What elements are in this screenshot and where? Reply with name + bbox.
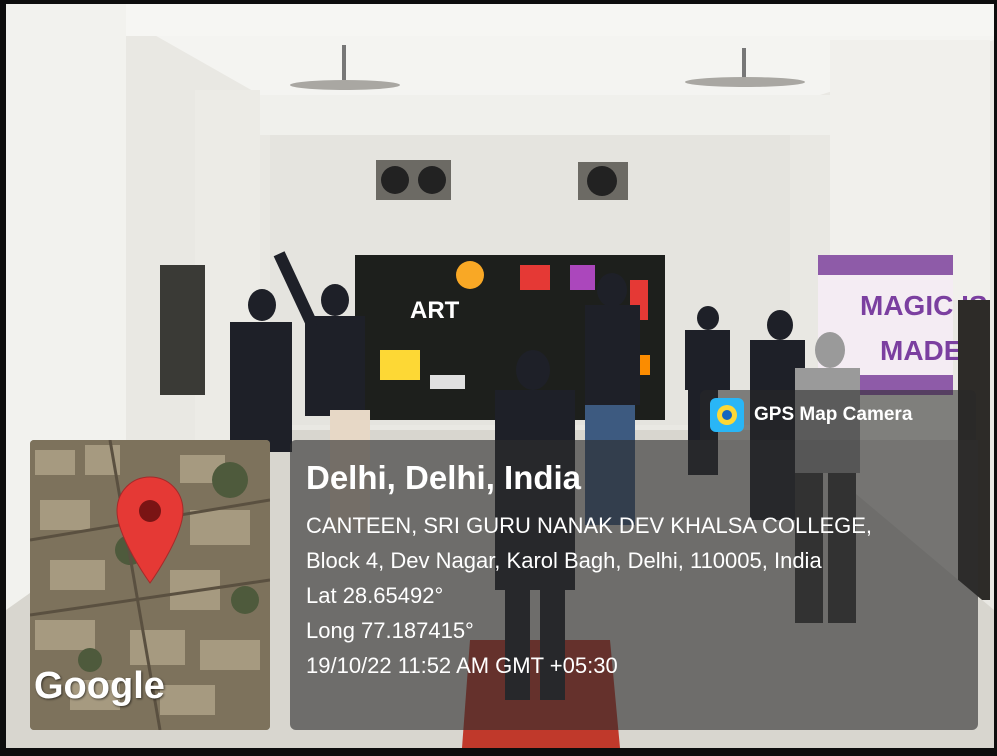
- app-badge-label: GPS Map Camera: [754, 404, 913, 425]
- timestamp-text: 19/10/22 11:52 AM GMT +05:30: [306, 653, 618, 679]
- latitude-text: Lat 28.65492°: [306, 582, 444, 608]
- location-pin-icon: [116, 476, 184, 584]
- address-line-2: Block 4, Dev Nagar, Karol Bagh, Delhi, 1…: [306, 547, 822, 573]
- longitude-text: Long 77.187415°: [306, 618, 474, 644]
- gps-map-camera-badge: GPS Map Camera: [700, 390, 976, 440]
- google-logo: Google: [34, 665, 165, 707]
- art-wall-label: ART: [410, 297, 460, 324]
- location-info-panel: Delhi, Delhi, India CANTEEN, SRI GURU NA…: [290, 440, 978, 730]
- address-line-1: CANTEEN, SRI GURU NANAK DEV KHALSA COLLE…: [306, 512, 873, 538]
- photo-scene: ART MAGIC IS MADE Y Google GPS Map Camer…: [0, 0, 997, 756]
- map-thumbnail: Google: [30, 440, 270, 730]
- camera-app-icon: [710, 398, 744, 432]
- place-title: Delhi, Delhi, India: [306, 459, 582, 496]
